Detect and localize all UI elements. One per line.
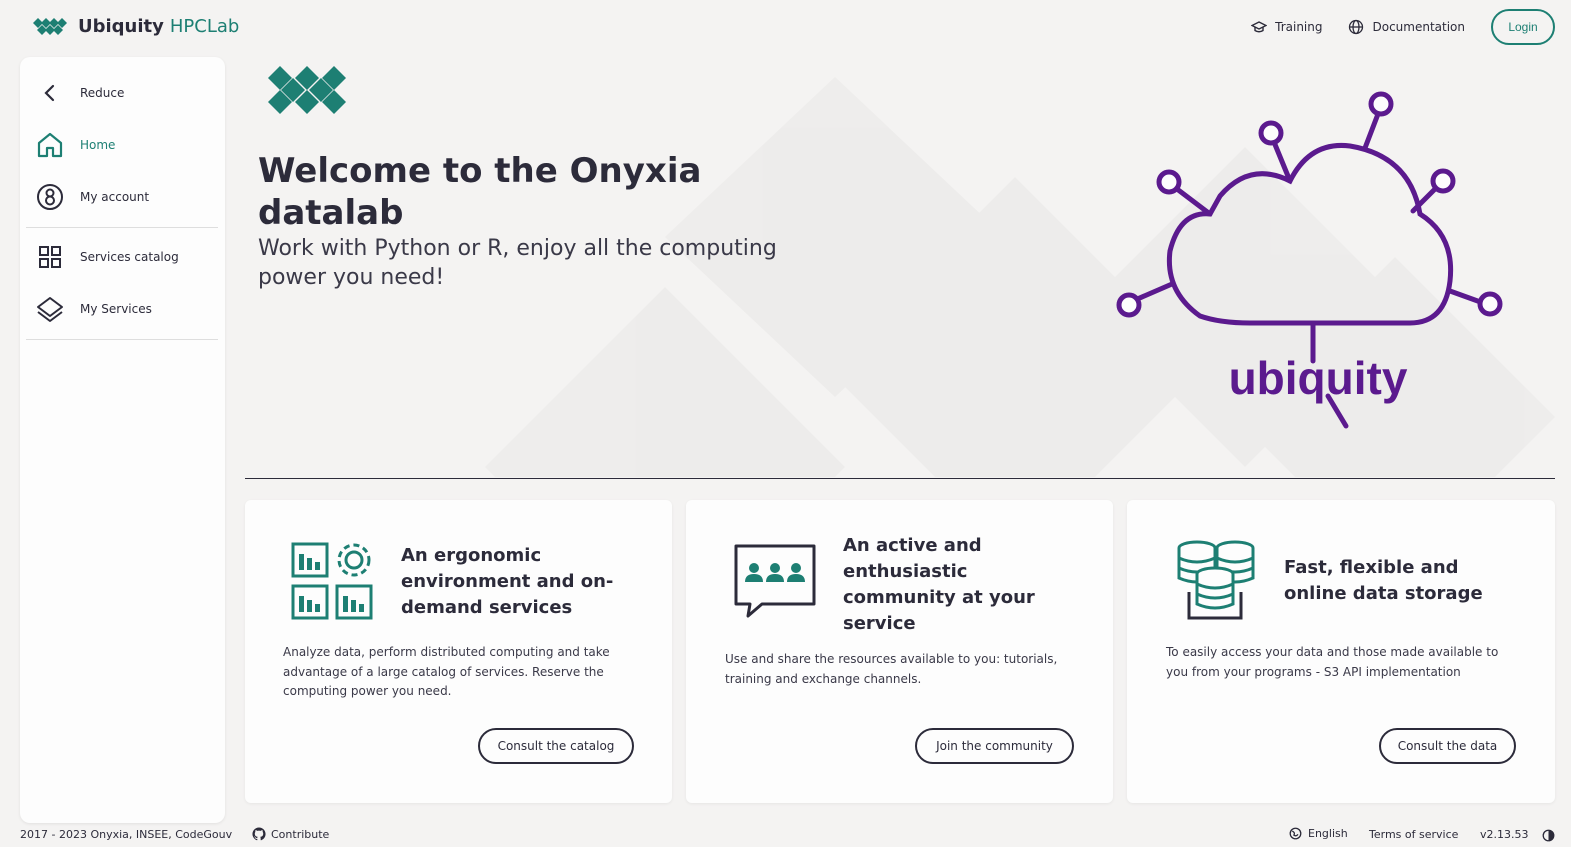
- consult-data-button[interactable]: Consult the data: [1379, 728, 1516, 764]
- card-title: An active and enthusiastic community at …: [843, 535, 1035, 634]
- card-description: Analyze data, perform distributed comput…: [283, 645, 610, 698]
- brand-title: Ubiquity: [78, 15, 164, 37]
- page-title: Welcome to the Onyxia datalab: [258, 151, 702, 233]
- nav-training[interactable]: Training: [1251, 19, 1322, 35]
- copyright-text: 2017 - 2023 Onyxia, INSEE, CodeGouv: [20, 828, 233, 841]
- hero-divider: [245, 478, 1555, 479]
- language-label: English: [1308, 827, 1348, 840]
- feature-card-data: Fast, flexible and online data storage T…: [1127, 500, 1555, 803]
- join-community-button[interactable]: Join the community: [915, 728, 1074, 764]
- github-icon: [252, 827, 266, 841]
- sidebar-item-label: Reduce: [80, 86, 125, 100]
- database-icon: [1177, 540, 1255, 620]
- language-icon: [1289, 827, 1302, 840]
- version-label: v2.13.53: [1480, 828, 1529, 841]
- brand[interactable]: Ubiquity HPCLab: [32, 14, 239, 38]
- sidebar-item-my-account[interactable]: My account: [20, 173, 225, 221]
- contribute-label: Contribute: [271, 827, 330, 841]
- feature-card-community: An active and enthusiastic community at …: [686, 500, 1113, 803]
- consult-catalog-button[interactable]: Consult the catalog: [478, 728, 634, 764]
- card-title: Fast, flexible and online data storage: [1284, 557, 1483, 604]
- sidebar-item-reduce[interactable]: Reduce: [20, 69, 225, 117]
- nav-documentation[interactable]: Documentation: [1348, 19, 1465, 35]
- theme-toggle-icon[interactable]: [1542, 829, 1555, 842]
- sidebar-item-label: My Services: [80, 302, 152, 316]
- globe-icon: [1349, 19, 1364, 35]
- layers-icon: [36, 295, 64, 323]
- top-bar: Ubiquity HPCLab Training Documentation Lo…: [0, 0, 1571, 56]
- sidebar-item-my-services[interactable]: My Services: [20, 285, 225, 333]
- sidebar-divider: [26, 339, 218, 340]
- terms-of-service-link[interactable]: Terms of service: [1369, 828, 1458, 841]
- ubiquity-cloud-logo-icon: ubiquity: [1116, 91, 1503, 429]
- footer: 2017 - 2023 Onyxia, INSEE, CodeGouv Cont…: [0, 826, 1571, 847]
- graduation-cap-icon: [1251, 21, 1268, 33]
- login-button[interactable]: Login: [1491, 9, 1555, 45]
- onyxia-logo-icon: [268, 66, 346, 114]
- sidebar-divider: [26, 227, 218, 228]
- page-subtitle: Work with Python or R, enjoy all the com…: [258, 236, 777, 290]
- card-description: Use and share the resources available to…: [725, 652, 1058, 686]
- community-chat-icon: [734, 544, 816, 618]
- card-description: To easily access your data and those mad…: [1166, 645, 1499, 679]
- nav-training-label: Training: [1275, 20, 1323, 34]
- top-nav: Training Documentation Login: [1251, 9, 1555, 45]
- sidebar-item-home[interactable]: Home: [20, 121, 225, 169]
- ubiquity-logo-icon: [33, 18, 67, 35]
- ubiquity-logo-text: ubiquity: [1229, 352, 1408, 404]
- nav-documentation-label: Documentation: [1372, 20, 1465, 34]
- language-selector[interactable]: English: [1289, 827, 1348, 840]
- grid-icon: [36, 243, 64, 271]
- home-icon: [36, 131, 64, 159]
- chevron-left-icon: [36, 79, 64, 107]
- sidebar-item-services-catalog[interactable]: Services catalog: [20, 233, 225, 281]
- sidebar-item-label: Services catalog: [80, 250, 179, 264]
- sidebar-item-label: My account: [80, 190, 150, 204]
- account-icon: [36, 183, 64, 211]
- card-title: An ergonomic environment and on-demand s…: [401, 545, 614, 618]
- sidebar: Reduce Home My account Services catalog …: [20, 57, 225, 823]
- contribute-link[interactable]: Contribute: [252, 827, 329, 841]
- brand-subtitle: HPCLab: [169, 15, 240, 37]
- brand-name: Ubiquity HPCLab: [78, 16, 239, 37]
- dashboard-gear-icon: [291, 542, 373, 620]
- feature-card-catalog: An ergonomic environment and on-demand s…: [245, 500, 672, 803]
- sidebar-item-label: Home: [80, 138, 116, 152]
